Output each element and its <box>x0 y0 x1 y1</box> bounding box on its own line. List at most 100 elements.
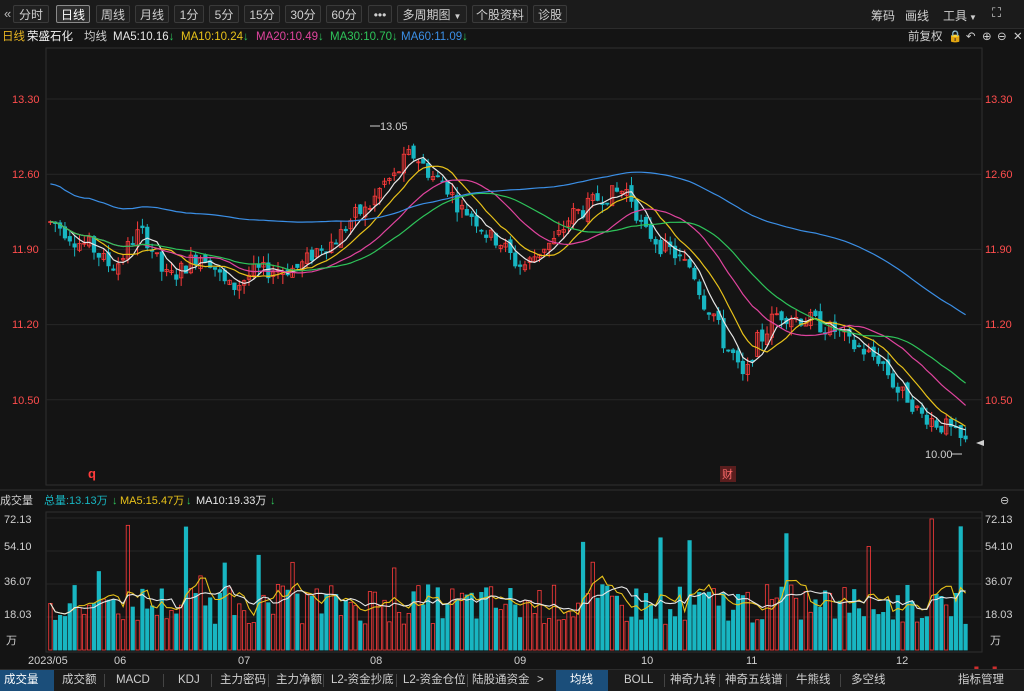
candle-body <box>508 239 513 254</box>
kline-chart[interactable]: 13.30 12.60 11.90 11.20 10.50 13.30 12.6… <box>0 0 1024 690</box>
volume-bar <box>542 623 547 651</box>
volume-bar <box>338 615 344 651</box>
candle-body <box>159 251 164 272</box>
volume-tick-left: 18.03 <box>4 609 32 621</box>
candle-body <box>174 274 179 280</box>
volume-bar <box>518 617 523 651</box>
volume-tick-right: 36.07 <box>985 576 1013 588</box>
volume-bar <box>614 595 620 651</box>
candle-body <box>464 209 469 216</box>
candle-body <box>658 239 663 255</box>
volume-bar <box>174 613 179 651</box>
volume-bar <box>426 584 431 651</box>
tab-long-short[interactable]: 多空线 <box>851 670 886 691</box>
volume-bar <box>852 589 857 651</box>
volume-bar <box>760 619 765 651</box>
candle-body <box>334 242 339 245</box>
volume-bar <box>624 620 629 651</box>
ma-line <box>50 192 966 384</box>
volume-bar <box>227 587 232 651</box>
volume-total: 总量:13.13万 <box>44 493 108 507</box>
tab-main-code[interactable]: 主力密码 <box>220 670 266 691</box>
volume-bar <box>493 607 498 651</box>
candle-body <box>595 193 600 201</box>
tab-volume[interactable]: 成交量 <box>0 670 54 691</box>
volume-bar <box>169 609 174 651</box>
volume-bar <box>619 604 624 651</box>
ma-line <box>50 179 967 406</box>
volume-bar <box>634 588 639 651</box>
volume-bar <box>392 567 397 651</box>
volume-bar <box>711 588 716 651</box>
volume-bar <box>217 592 222 651</box>
tab-divider <box>786 674 787 687</box>
tab-bull-bear[interactable]: 牛熊线 <box>796 670 831 691</box>
candle-body <box>421 158 426 164</box>
tab-macd[interactable]: MACD <box>116 670 150 691</box>
volume-bar <box>697 592 702 651</box>
volume-bar <box>387 621 392 651</box>
candle-body <box>426 163 431 178</box>
volume-bar <box>290 561 295 651</box>
tab-l2-bottom[interactable]: L2-资金抄底 <box>331 670 394 691</box>
tab-kdj[interactable]: KDJ <box>178 670 200 691</box>
tab-northbound[interactable]: 陆股通资金 <box>472 670 530 691</box>
tab-turnover[interactable]: 成交额 <box>62 670 97 691</box>
candle-body <box>358 204 363 215</box>
volume-bar <box>663 623 668 651</box>
volume-bar <box>823 590 828 651</box>
candle-body <box>518 264 523 267</box>
candle-body <box>924 414 929 425</box>
tab-boll[interactable]: BOLL <box>624 670 653 691</box>
candle-body <box>484 234 489 238</box>
tab-magic-five[interactable]: 神奇五线谱 <box>725 670 783 691</box>
volume-close-icon[interactable]: ⊖ <box>1000 495 1009 507</box>
volume-bar <box>813 599 818 651</box>
volume-bar <box>474 618 479 651</box>
volume-bar <box>716 605 721 651</box>
volume-bar <box>944 604 949 651</box>
volume-bar <box>464 594 469 651</box>
tab-divider <box>211 674 212 687</box>
volume-bar <box>334 594 339 651</box>
candle-body <box>474 215 479 227</box>
tab-ma[interactable]: 均线 <box>556 670 608 691</box>
candle-body <box>963 435 968 440</box>
volume-bar <box>571 616 576 651</box>
quarter-flag[interactable]: q <box>88 466 96 481</box>
volume-bar <box>837 600 842 651</box>
volume-bar <box>639 619 644 651</box>
volume-bar <box>672 616 678 651</box>
candle-body <box>726 349 731 352</box>
tab-divider <box>719 674 720 687</box>
tabs-scroll-right-icon[interactable]: > <box>537 670 544 691</box>
volume-bar <box>532 613 537 651</box>
tab-divider <box>268 674 269 687</box>
volume-bar <box>702 592 707 651</box>
tab-main-net[interactable]: 主力净额 <box>276 670 322 691</box>
volume-bar <box>401 623 406 651</box>
volume-bar <box>396 612 402 651</box>
candle-body <box>939 425 944 433</box>
volume-bar <box>527 600 532 651</box>
volume-bar <box>948 616 954 651</box>
volume-tick-right: 54.10 <box>985 541 1013 553</box>
tab-indicator-manage[interactable]: 指标管理 <box>958 670 1004 691</box>
finance-flag[interactable]: 财 <box>722 467 733 481</box>
volume-bar <box>353 605 358 651</box>
candle-body <box>702 295 707 310</box>
date-tick: 08 <box>370 655 382 667</box>
volume-bar <box>193 593 198 651</box>
candle-body <box>692 267 697 280</box>
candle-body <box>513 252 518 267</box>
volume-bar <box>755 619 760 651</box>
volume-bar <box>48 602 53 651</box>
price-tick-right: 12.60 <box>985 169 1013 181</box>
volume-bar <box>324 594 329 651</box>
tab-l2-position[interactable]: L2-资金仓位 <box>403 670 466 691</box>
tab-magic-nine[interactable]: 神奇九转 <box>670 670 716 691</box>
volume-bar <box>842 587 847 651</box>
candle-body <box>96 253 101 258</box>
volume-bar <box>653 618 658 651</box>
price-tick-left: 10.50 <box>12 395 40 407</box>
